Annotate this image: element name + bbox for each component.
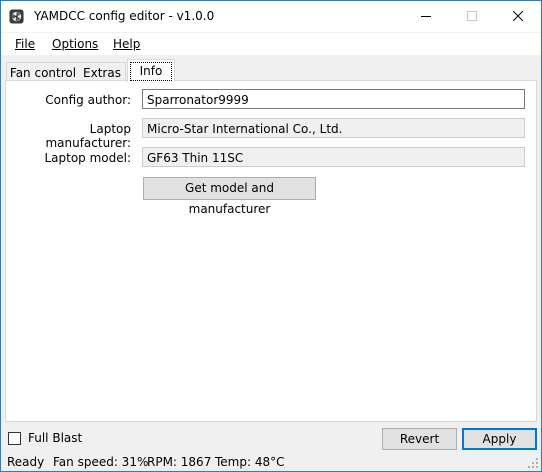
status-fan-speed: Fan speed: 31% — [53, 455, 149, 469]
title-bar[interactable]: YAMDCC config editor - v1.0.0 — [1, 1, 541, 32]
status-rpm: RPM: 1867 — [147, 455, 212, 469]
status-ready: Ready — [7, 455, 45, 469]
close-button[interactable] — [495, 1, 541, 32]
apply-button[interactable]: Apply — [462, 428, 537, 450]
tab-info[interactable]: Info — [127, 59, 175, 82]
menu-help[interactable]: Help — [113, 37, 140, 51]
config-author-label: Config author: — [45, 93, 131, 107]
full-blast-checkbox[interactable] — [8, 432, 21, 445]
resize-grip-icon[interactable] — [528, 458, 538, 468]
fan-icon — [9, 9, 24, 24]
laptop-model-field[interactable]: GF63 Thin 11SC — [142, 147, 525, 167]
tab-fan-control-label: Fan control — [9, 66, 77, 80]
status-temp: Temp: 48°C — [215, 455, 285, 469]
tab-info-label: Info — [139, 64, 163, 78]
maximize-icon — [467, 11, 477, 21]
close-icon — [513, 11, 523, 21]
config-author-field[interactable]: Sparronator9999 — [142, 89, 525, 109]
tab-extras-label: Extras — [83, 66, 121, 80]
menu-file-label: File — [15, 37, 36, 51]
window-title: YAMDCC config editor - v1.0.0 — [34, 9, 215, 23]
laptop-manufacturer-field[interactable]: Micro-Star International Co., Ltd. — [142, 118, 525, 138]
full-blast-label[interactable]: Full Blast — [28, 431, 82, 445]
laptop-manufacturer-label: Laptop manufacturer: — [45, 122, 131, 150]
minimize-icon — [421, 16, 431, 17]
app-window: YAMDCC config editor - v1.0.0 File Optio… — [0, 0, 542, 472]
get-model-manufacturer-button[interactable]: Get model and manufacturer — [143, 177, 316, 216]
menu-file[interactable]: File — [15, 37, 35, 51]
tab-extras[interactable]: Extras — [79, 62, 126, 82]
laptop-model-label: Laptop model: — [44, 151, 131, 165]
maximize-button[interactable] — [449, 1, 495, 32]
revert-button[interactable]: Revert — [382, 428, 457, 450]
menu-bar: File Options Help — [1, 33, 541, 55]
menu-options-label: Options — [52, 37, 99, 51]
minimize-button[interactable] — [403, 1, 449, 32]
tab-fan-control[interactable]: Fan control — [6, 62, 80, 82]
menu-options[interactable]: Options — [52, 37, 98, 51]
menu-help-label: Help — [113, 37, 141, 51]
